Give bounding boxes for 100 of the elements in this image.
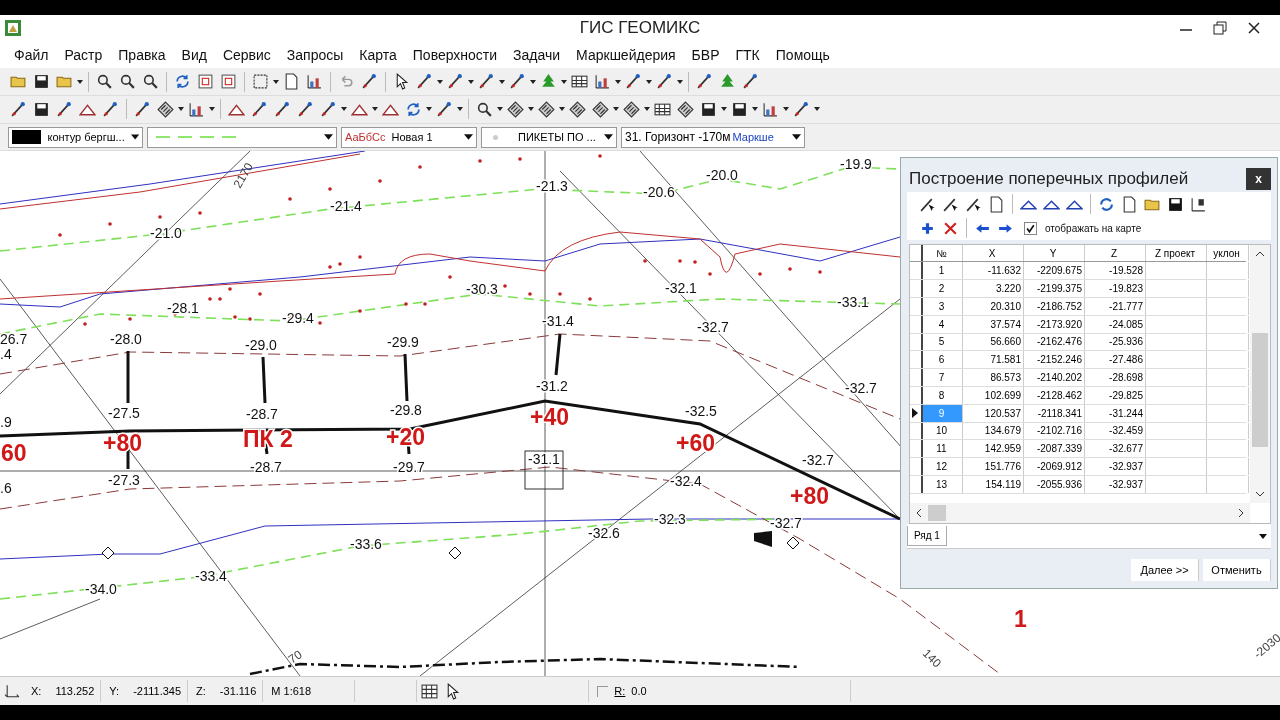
caret-icon[interactable] xyxy=(457,107,463,112)
symbol-layer-dropdown[interactable]: ПИКЕТЫ ПО ... xyxy=(481,126,617,148)
frame-icon[interactable] xyxy=(220,73,237,91)
caret-icon[interactable] xyxy=(561,79,567,84)
caret-icon[interactable] xyxy=(273,79,279,84)
caret-icon[interactable] xyxy=(499,79,505,84)
menu-item[interactable]: ГТК xyxy=(727,46,768,63)
menu-item[interactable]: Сервис xyxy=(214,46,279,63)
pen-icon[interactable] xyxy=(416,73,433,91)
pen-icon[interactable] xyxy=(56,100,73,118)
caret-icon[interactable] xyxy=(677,79,683,84)
pen-icon[interactable] xyxy=(742,73,759,91)
column-header[interactable]: Z проект xyxy=(1146,245,1207,262)
pen-icon[interactable] xyxy=(625,73,642,91)
menu-item[interactable]: Помощь xyxy=(767,46,838,63)
caret-icon[interactable] xyxy=(721,107,727,112)
pen-icon[interactable] xyxy=(251,100,268,118)
pen-icon[interactable] xyxy=(447,73,464,91)
hatch-icon[interactable] xyxy=(592,100,609,118)
document-icon[interactable] xyxy=(988,195,1005,213)
menu-item[interactable]: Задачи xyxy=(505,46,569,63)
pen-icon[interactable] xyxy=(509,73,526,91)
pen-icon[interactable] xyxy=(10,100,27,118)
next-button[interactable]: Далее >> xyxy=(1131,559,1199,582)
document-icon[interactable] xyxy=(283,73,300,91)
pen-icon[interactable] xyxy=(436,100,453,118)
horizontal-scrollbar[interactable] xyxy=(910,503,1250,524)
cancel-button[interactable]: Отменить xyxy=(1203,559,1271,582)
pen-icon[interactable] xyxy=(134,100,151,118)
magnifier-icon[interactable] xyxy=(119,73,136,91)
chart-icon[interactable] xyxy=(1190,195,1207,213)
caret-icon[interactable] xyxy=(178,107,184,112)
scroll-left-icon[interactable] xyxy=(916,508,922,519)
layer-dropdown[interactable]: контур бергш... xyxy=(8,126,143,148)
caret-icon[interactable] xyxy=(530,79,536,84)
scroll-thumb[interactable] xyxy=(1252,333,1268,448)
magnifier-icon[interactable] xyxy=(96,73,113,91)
caret-icon[interactable] xyxy=(130,134,139,140)
caret-icon[interactable] xyxy=(604,134,613,140)
caret-icon[interactable] xyxy=(646,79,652,84)
caret-icon[interactable] xyxy=(468,79,474,84)
caret-icon[interactable] xyxy=(77,79,83,84)
magnifier-icon[interactable] xyxy=(476,100,493,118)
menu-item[interactable]: Поверхности xyxy=(404,46,506,63)
grid-icon[interactable] xyxy=(421,682,439,700)
column-header[interactable]: Z xyxy=(1085,245,1146,262)
caret-icon[interactable] xyxy=(1259,533,1267,539)
pen-icon[interactable] xyxy=(656,73,673,91)
refresh-icon[interactable] xyxy=(1098,195,1115,213)
pen-icon[interactable] xyxy=(297,100,314,118)
caret-icon[interactable] xyxy=(209,107,215,112)
pen-icon[interactable] xyxy=(102,100,119,118)
document-icon[interactable] xyxy=(1121,195,1138,213)
hatch-icon[interactable] xyxy=(507,100,524,118)
hatch-icon[interactable] xyxy=(677,100,694,118)
caret-icon[interactable] xyxy=(783,107,789,112)
caret-icon[interactable] xyxy=(559,107,565,112)
refresh-icon[interactable] xyxy=(405,100,422,118)
column-header[interactable]: уклон xyxy=(1207,245,1249,262)
vertical-scrollbar[interactable] xyxy=(1250,245,1270,504)
caret-icon[interactable] xyxy=(528,107,534,112)
column-header[interactable]: X xyxy=(963,245,1024,262)
pen-icon[interactable] xyxy=(320,100,337,118)
menu-item[interactable]: Правка xyxy=(110,46,174,63)
menu-item[interactable]: Вид xyxy=(173,46,215,63)
pen-icon[interactable] xyxy=(793,100,810,118)
scroll-thumb[interactable] xyxy=(928,505,946,522)
caret-icon[interactable] xyxy=(644,107,650,112)
select-icon[interactable] xyxy=(252,73,269,91)
caret-icon[interactable] xyxy=(324,134,333,140)
caret-icon[interactable] xyxy=(497,107,503,112)
scroll-up-icon[interactable] xyxy=(1255,251,1265,258)
menu-item[interactable]: Карта xyxy=(351,46,405,63)
pen-icon[interactable] xyxy=(478,73,495,91)
hatch-icon[interactable] xyxy=(157,100,174,118)
caret-icon[interactable] xyxy=(613,107,619,112)
scroll-down-icon[interactable] xyxy=(1255,491,1265,498)
pen-icon[interactable] xyxy=(696,73,713,91)
sheet-tab[interactable]: Ряд 1 xyxy=(907,526,947,547)
hatch-icon[interactable] xyxy=(538,100,555,118)
axes-icon[interactable] xyxy=(4,682,21,700)
caret-icon[interactable] xyxy=(792,134,801,140)
column-header[interactable]: Y xyxy=(1024,245,1085,262)
restore-icon[interactable] xyxy=(1212,19,1228,36)
caret-icon[interactable] xyxy=(752,107,758,112)
menu-item[interactable]: Растр xyxy=(56,46,111,63)
menu-item[interactable]: Файл xyxy=(6,46,57,63)
caret-icon[interactable] xyxy=(341,107,347,112)
caret-icon[interactable] xyxy=(372,107,378,112)
close-icon[interactable] xyxy=(1246,19,1262,36)
menu-item[interactable]: Маркшейдерия xyxy=(568,46,684,63)
refresh-icon[interactable] xyxy=(174,73,191,91)
close-button[interactable]: x xyxy=(1246,168,1271,191)
font-style-dropdown[interactable]: АаБбСс Новая 1 xyxy=(341,126,477,148)
caret-icon[interactable] xyxy=(437,79,443,84)
hatch-icon[interactable] xyxy=(569,100,586,118)
frame-icon[interactable] xyxy=(197,73,214,91)
menu-item[interactable]: Запросы xyxy=(278,46,352,63)
caret-icon[interactable] xyxy=(426,107,432,112)
hatch-icon[interactable] xyxy=(623,100,640,118)
